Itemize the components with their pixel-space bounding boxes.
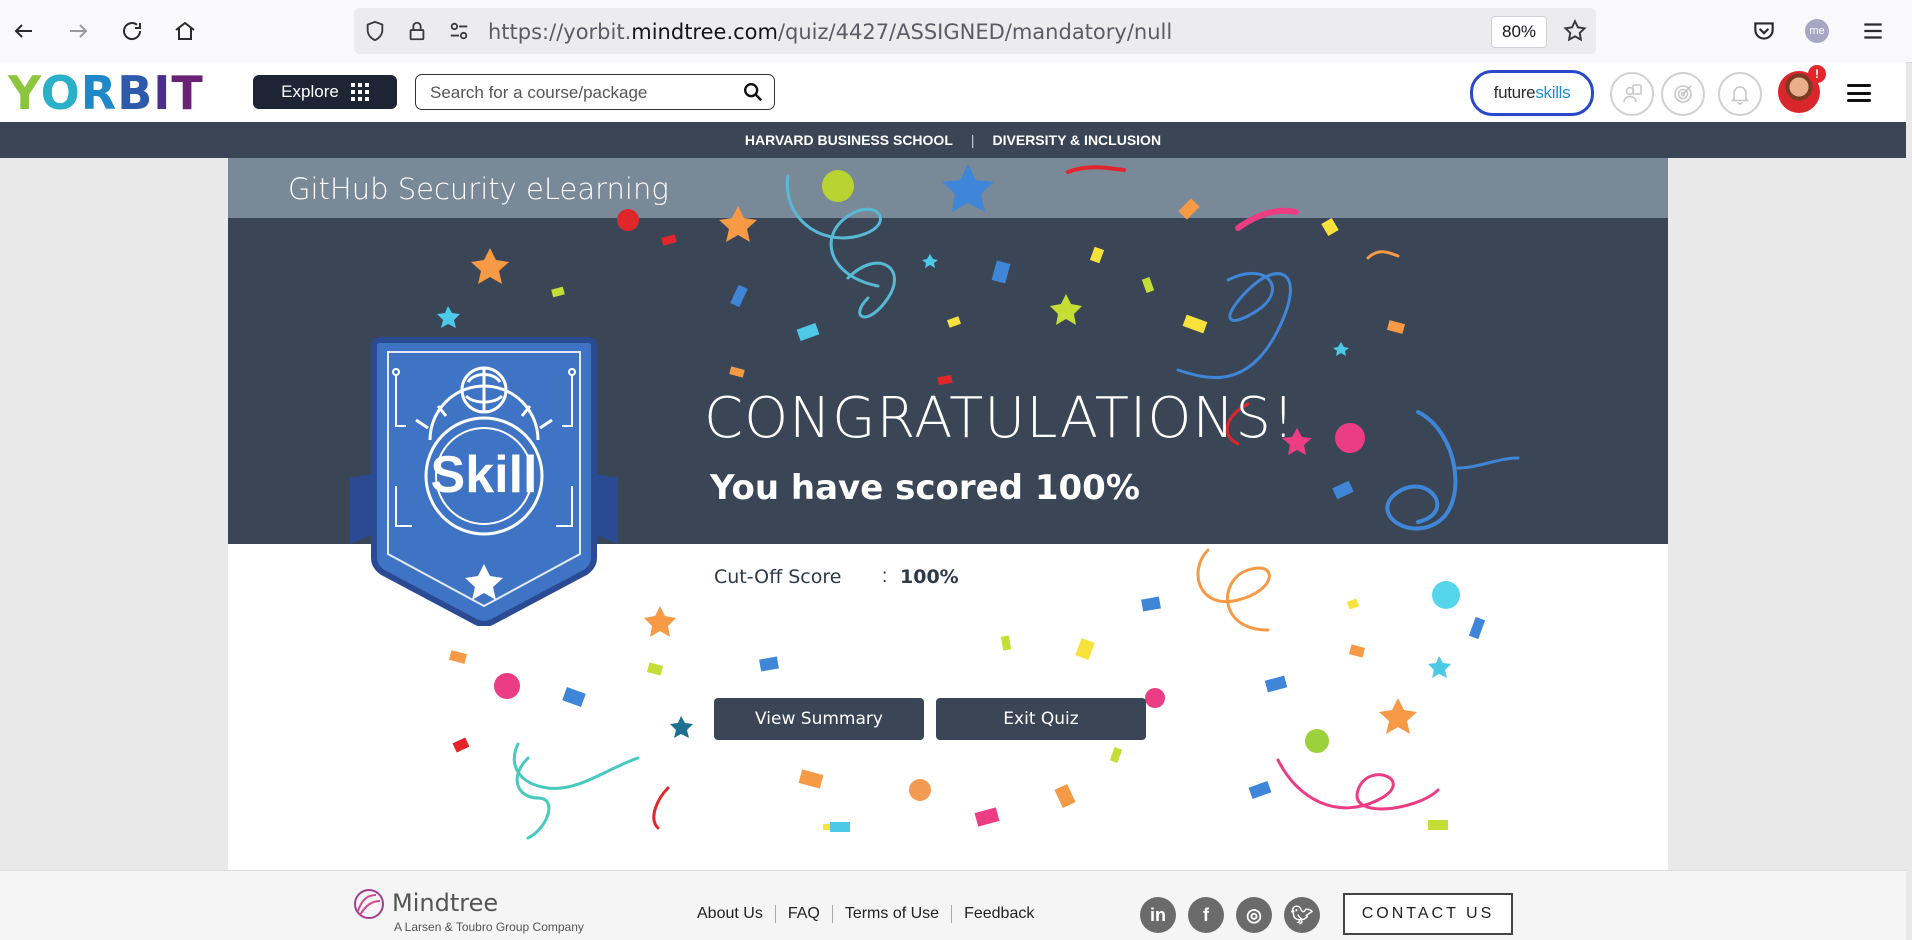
site-header: YORBIT Explore futureskills ! bbox=[0, 62, 1906, 122]
url-text[interactable]: https://yorbit.mindtree.com/quiz/4427/AS… bbox=[488, 20, 1172, 44]
footer-link-feedback[interactable]: Feedback bbox=[952, 905, 1046, 923]
cutoff-score-label: Cut-Off Score bbox=[714, 566, 842, 588]
forward-icon[interactable] bbox=[62, 15, 94, 47]
facebook-icon[interactable]: f bbox=[1188, 897, 1224, 933]
bell-icon[interactable] bbox=[1718, 72, 1762, 116]
site-footer: Mindtree A Larsen & Toubro Group Company… bbox=[0, 870, 1906, 940]
shield-icon[interactable] bbox=[364, 20, 386, 42]
footer-links: About Us FAQ Terms of Use Feedback bbox=[697, 905, 1046, 923]
hamburger-menu-icon[interactable] bbox=[1847, 84, 1871, 102]
reload-icon[interactable] bbox=[116, 15, 148, 47]
grid-icon bbox=[350, 83, 369, 101]
profile-card-icon[interactable] bbox=[1610, 72, 1654, 116]
pocket-icon[interactable] bbox=[1751, 18, 1777, 44]
view-summary-button[interactable]: View Summary bbox=[714, 698, 924, 740]
lock-icon[interactable] bbox=[406, 20, 428, 42]
contact-us-button[interactable]: CONTACT US bbox=[1343, 893, 1513, 935]
browser-toolbar: https://yorbit.mindtree.com/quiz/4427/AS… bbox=[0, 0, 1912, 63]
instagram-icon[interactable]: ◎ bbox=[1236, 897, 1272, 933]
cutoff-score-value: 100% bbox=[900, 566, 959, 588]
search-box bbox=[415, 74, 775, 110]
menu-icon[interactable] bbox=[1860, 18, 1886, 44]
notification-badge: ! bbox=[1808, 65, 1826, 83]
home-icon[interactable] bbox=[169, 15, 201, 47]
mindtree-logo-icon bbox=[354, 889, 384, 919]
subnav-harvard-business-school[interactable]: HARVARD BUSINESS SCHOOL bbox=[745, 132, 953, 148]
search-input[interactable] bbox=[428, 82, 732, 104]
badge-label: Skill bbox=[431, 446, 538, 504]
footer-link-terms-of-use[interactable]: Terms of Use bbox=[833, 905, 951, 923]
linkedin-icon[interactable]: in bbox=[1140, 897, 1176, 933]
explore-button[interactable]: Explore bbox=[253, 75, 397, 109]
permissions-icon[interactable] bbox=[448, 20, 470, 42]
account-avatar[interactable]: me bbox=[1805, 19, 1829, 43]
congratulations-heading: CONGRATULATIONS! bbox=[704, 386, 1296, 451]
subnav-separator: | bbox=[970, 132, 975, 148]
mindtree-tagline: A Larsen & Toubro Group Company bbox=[394, 920, 584, 934]
quiz-result-panel: GitHub Security eLearning Skill CONGRATU… bbox=[228, 158, 1668, 870]
zoom-level[interactable]: 80% bbox=[1491, 16, 1547, 48]
search-icon[interactable] bbox=[742, 81, 764, 103]
futureskills-button[interactable]: futureskills bbox=[1470, 70, 1594, 116]
back-icon[interactable] bbox=[8, 15, 40, 47]
score-text: You have scored 100% bbox=[710, 468, 1140, 508]
mindtree-name: Mindtree bbox=[392, 889, 499, 917]
skill-badge: Skill bbox=[350, 337, 618, 626]
twitter-icon[interactable]: 🐦︎ bbox=[1284, 897, 1320, 933]
target-icon[interactable] bbox=[1661, 72, 1705, 116]
footer-link-faq[interactable]: FAQ bbox=[776, 905, 832, 923]
address-bar[interactable]: https://yorbit.mindtree.com/quiz/4427/AS… bbox=[354, 8, 1596, 54]
exit-quiz-button[interactable]: Exit Quiz bbox=[936, 698, 1146, 740]
explore-label: Explore bbox=[281, 82, 339, 101]
cutoff-score-colon: : bbox=[882, 566, 888, 587]
sub-navigation: HARVARD BUSINESS SCHOOL | DIVERSITY & IN… bbox=[0, 122, 1906, 158]
footer-link-about-us[interactable]: About Us bbox=[697, 905, 775, 923]
yorbit-logo[interactable]: YORBIT bbox=[8, 68, 204, 118]
subnav-diversity-inclusion[interactable]: DIVERSITY & INCLUSION bbox=[993, 132, 1162, 148]
bookmark-star-icon[interactable] bbox=[1562, 18, 1588, 44]
